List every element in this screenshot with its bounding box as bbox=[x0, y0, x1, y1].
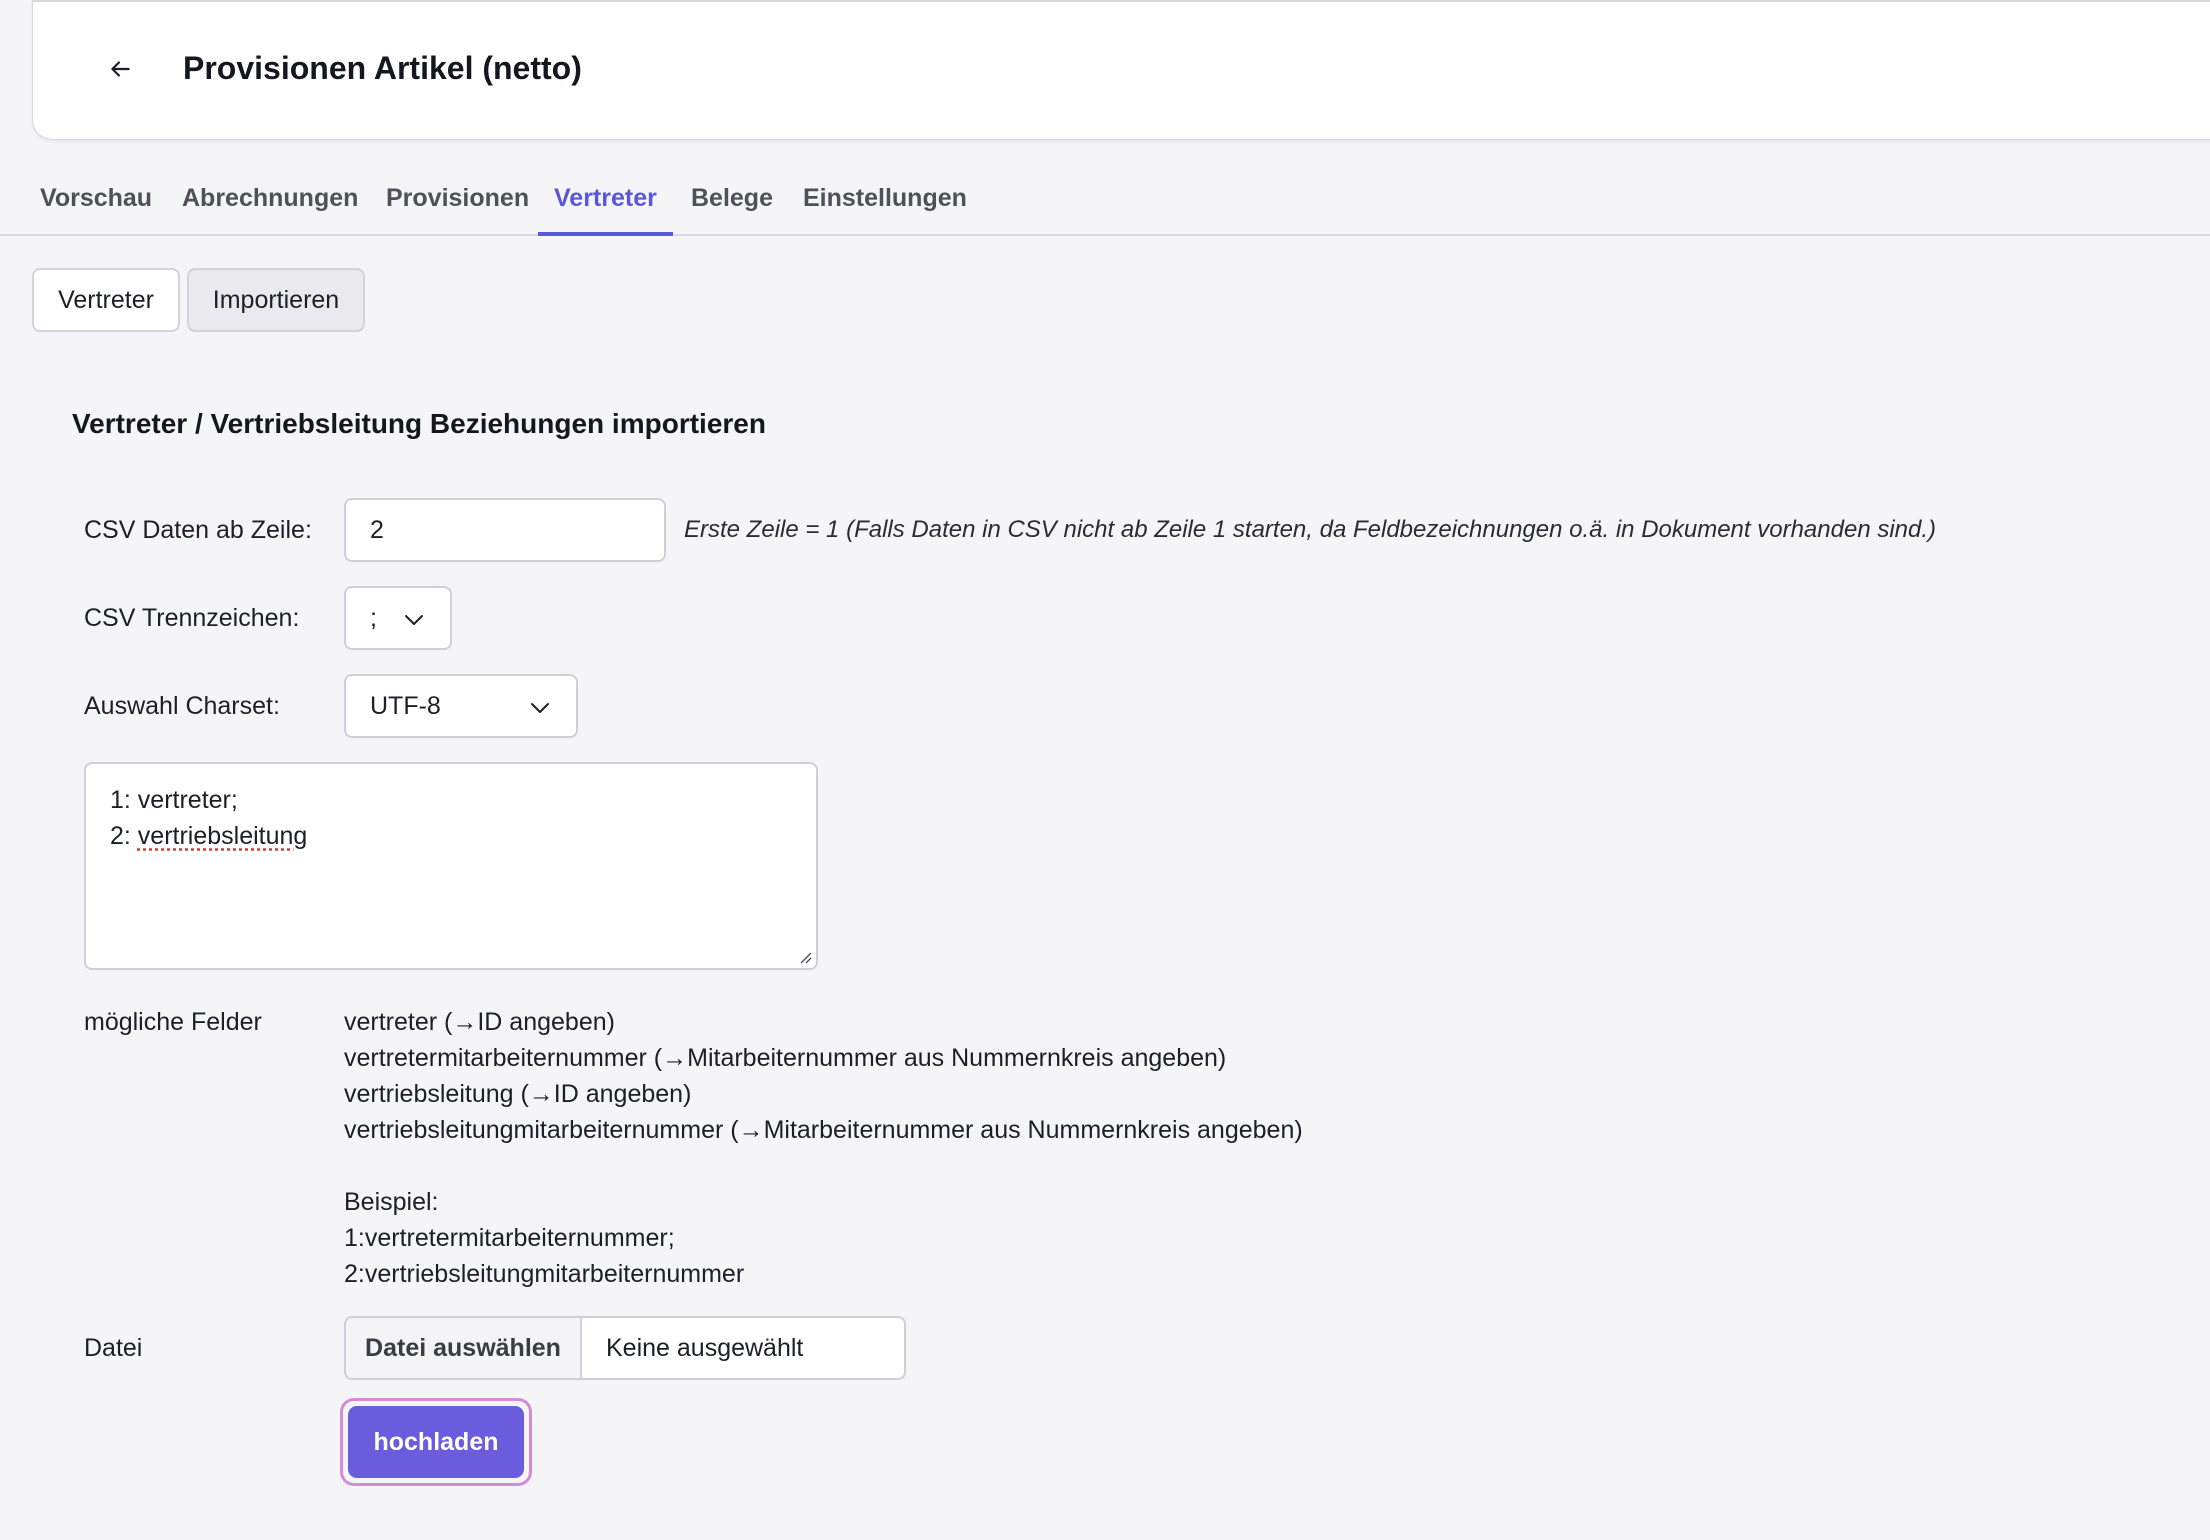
field-item: vertretermitarbeiternummer (→Mitarbeiter… bbox=[344, 1044, 1227, 1072]
upload-button[interactable]: hochladen bbox=[348, 1406, 524, 1478]
page-header: Provisionen Artikel (netto) bbox=[32, 0, 2210, 140]
chevron-down-icon bbox=[531, 703, 549, 713]
charset-select[interactable]: UTF-8 bbox=[344, 674, 578, 738]
field-item: vertriebsleitungmitarbeiternummer (→Mita… bbox=[344, 1116, 1303, 1144]
start-row-hint: Erste Zeile = 1 (Falls Daten in CSV nich… bbox=[684, 516, 1937, 543]
file-status: Keine ausgewählt bbox=[606, 1333, 804, 1362]
tab-belege[interactable]: Belege bbox=[691, 166, 773, 236]
example-line: 2:vertriebsleitungmitarbeiternummer bbox=[344, 1260, 745, 1288]
page-title: Provisionen Artikel (netto) bbox=[183, 50, 582, 86]
fields-label: mögliche Felder bbox=[84, 1008, 262, 1036]
field-item: vertriebsleitung (→ID angeben) bbox=[344, 1080, 692, 1108]
separator-select[interactable]: ; bbox=[344, 586, 452, 650]
start-row-label: CSV Daten ab Zeile: bbox=[84, 516, 312, 544]
misspelled-word: vertriebsleitung bbox=[137, 822, 308, 850]
example-line: 1:vertretermitarbeiternummer; bbox=[344, 1224, 675, 1252]
resize-handle-icon[interactable] bbox=[796, 948, 812, 964]
field-mapping-textarea[interactable]: 1: vertreter; 2: vertriebsleitung bbox=[84, 762, 818, 970]
mapping-line: 1: vertreter; bbox=[110, 786, 238, 814]
tab-provisionen[interactable]: Provisionen bbox=[386, 166, 529, 236]
section-title: Vertreter / Vertriebsleitung Beziehungen… bbox=[72, 408, 766, 439]
charset-value: UTF-8 bbox=[370, 691, 441, 720]
back-button[interactable] bbox=[95, 44, 145, 94]
arrow-left-icon bbox=[111, 61, 130, 77]
vertreter-button[interactable]: Vertreter bbox=[32, 268, 180, 332]
field-item: vertreter (→ID angeben) bbox=[344, 1008, 615, 1036]
mapping-line: 2: vertriebsleitung bbox=[110, 822, 308, 850]
tab-vorschau[interactable]: Vorschau bbox=[40, 166, 152, 236]
chevron-down-icon bbox=[405, 615, 423, 625]
charset-label: Auswahl Charset: bbox=[84, 692, 280, 720]
separator-label: CSV Trennzeichen: bbox=[84, 604, 300, 632]
tab-bar: Vorschau Abrechnungen Provisionen Vertre… bbox=[0, 166, 2210, 236]
tab-abrechnungen[interactable]: Abrechnungen bbox=[182, 166, 358, 236]
example-title: Beispiel: bbox=[344, 1188, 439, 1216]
file-label: Datei bbox=[84, 1334, 143, 1362]
start-row-input[interactable]: 2 bbox=[344, 498, 666, 562]
file-input[interactable]: Datei auswählen Keine ausgewählt bbox=[344, 1316, 906, 1380]
upload-focus-ring: hochladen bbox=[340, 1398, 532, 1486]
importieren-button[interactable]: Importieren bbox=[187, 268, 365, 332]
possible-fields-list: vertreter (→ID angeben) vertretermitarbe… bbox=[344, 1004, 1303, 1292]
tab-vertreter[interactable]: Vertreter bbox=[538, 166, 673, 236]
choose-file-button[interactable]: Datei auswählen bbox=[346, 1318, 582, 1378]
tab-einstellungen[interactable]: Einstellungen bbox=[803, 166, 967, 236]
start-row-value: 2 bbox=[370, 515, 384, 544]
separator-value: ; bbox=[370, 603, 377, 632]
